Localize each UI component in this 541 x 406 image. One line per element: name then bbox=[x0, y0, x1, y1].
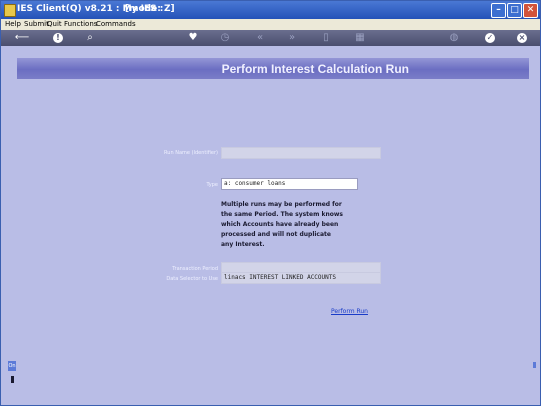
type-field[interactable]: a: consumer loans bbox=[221, 178, 358, 190]
info-line: processed and will not duplicate bbox=[221, 231, 331, 238]
info-line: any Interest. bbox=[221, 241, 265, 248]
fast-forward-icon[interactable]: » bbox=[285, 31, 299, 45]
toolbar: ⟵ ! ⌕ ♥ ◷ « » ▯ ▦ ◍ ✓ × bbox=[1, 30, 540, 46]
transaction-period-label: Transaction Period bbox=[172, 266, 218, 272]
type-value: a: consumer loans bbox=[224, 180, 286, 187]
rewind-icon[interactable]: « bbox=[253, 31, 267, 45]
copy-icon[interactable]: ▯ bbox=[319, 31, 333, 45]
heart-icon[interactable]: ♥ bbox=[186, 31, 200, 45]
close-icon[interactable]: × bbox=[517, 33, 527, 43]
close-button[interactable]: ✕ bbox=[523, 3, 538, 18]
info-text: Multiple runs may be performed for the s… bbox=[221, 200, 371, 250]
menu-submit[interactable]: Submit bbox=[24, 20, 49, 28]
menu-functions[interactable]: Functions bbox=[64, 20, 97, 28]
menu-commands[interactable]: Commands bbox=[96, 20, 136, 28]
run-name-field[interactable] bbox=[221, 147, 381, 159]
page-title: Perform Interest Calculation Run bbox=[221, 62, 409, 76]
info-icon[interactable]: ! bbox=[53, 33, 63, 43]
mode-indicator: [mode: Z] bbox=[125, 4, 175, 14]
back-arrow-icon[interactable]: ⟵ bbox=[11, 31, 33, 45]
title-bar: IES Client(Q) v8.21 : My IES : [mode: Z]… bbox=[1, 1, 540, 19]
search-icon[interactable]: ⌕ bbox=[83, 31, 97, 45]
perform-run-link[interactable]: Perform Run bbox=[331, 308, 368, 315]
clock-icon[interactable]: ◷ bbox=[218, 31, 232, 45]
menu-help[interactable]: Help bbox=[5, 20, 21, 28]
right-edge-marker bbox=[533, 362, 536, 368]
side-on-button[interactable]: On bbox=[8, 361, 16, 371]
globe-icon[interactable]: ◍ bbox=[447, 31, 461, 45]
maximize-button[interactable]: □ bbox=[507, 3, 522, 18]
info-line: the same Period. The system knows bbox=[221, 211, 343, 218]
app-icon bbox=[4, 4, 16, 17]
run-name-label: Run Name (Identifier) bbox=[164, 150, 218, 156]
data-selector-field[interactable]: linacs INTEREST LINKED ACCOUNTS bbox=[221, 272, 381, 284]
page-header: Perform Interest Calculation Run bbox=[17, 58, 529, 79]
data-selector-value: linacs INTEREST LINKED ACCOUNTS bbox=[224, 274, 336, 281]
info-line: Multiple runs may be performed for bbox=[221, 201, 342, 208]
info-line: which Accounts have already been bbox=[221, 221, 339, 228]
type-label: Type bbox=[206, 182, 218, 188]
minimize-button[interactable]: – bbox=[491, 3, 506, 18]
menu-bar: Help Submit Quit Functions Commands bbox=[1, 19, 540, 30]
app-window: IES Client(Q) v8.21 : My IES : [mode: Z]… bbox=[0, 0, 541, 406]
menu-quit[interactable]: Quit bbox=[47, 20, 62, 28]
grid-icon[interactable]: ▦ bbox=[353, 31, 367, 45]
main-content: Perform Interest Calculation Run Run Nam… bbox=[2, 46, 539, 404]
data-selector-label: Data Selector to Use bbox=[166, 276, 218, 282]
side-marker bbox=[11, 376, 14, 383]
check-icon[interactable]: ✓ bbox=[485, 33, 495, 43]
